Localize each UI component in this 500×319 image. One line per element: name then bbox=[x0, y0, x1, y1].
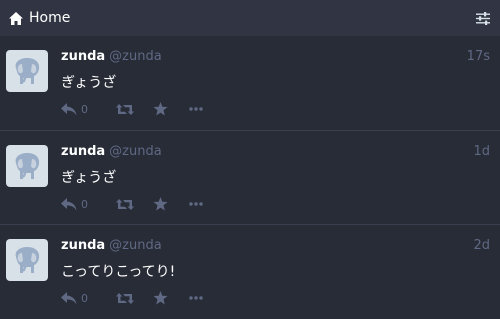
status-item[interactable]: zunda @zunda 17s ぎょうざ 0 bbox=[0, 36, 500, 131]
timestamp[interactable]: 17s bbox=[467, 49, 490, 64]
reply-count: 0 bbox=[81, 102, 88, 116]
reply-count: 0 bbox=[81, 197, 88, 211]
boost-button[interactable] bbox=[116, 292, 138, 305]
retweet-icon bbox=[116, 198, 134, 210]
favourite-button[interactable] bbox=[153, 102, 169, 116]
timestamp[interactable]: 2d bbox=[473, 238, 490, 253]
more-button[interactable] bbox=[189, 202, 205, 206]
column-title: Home bbox=[29, 10, 71, 26]
author-name: zunda bbox=[61, 238, 106, 253]
status-item[interactable]: zunda @zunda 2d こってりこってり! 0 bbox=[0, 225, 500, 319]
reply-icon bbox=[61, 197, 77, 210]
reply-count: 0 bbox=[81, 291, 88, 305]
star-icon bbox=[153, 102, 168, 116]
column-header[interactable]: Home bbox=[0, 0, 500, 36]
author-acct: @zunda bbox=[109, 49, 162, 64]
display-name[interactable]: zunda @zunda bbox=[61, 49, 162, 64]
retweet-icon bbox=[116, 292, 134, 304]
reply-button[interactable]: 0 bbox=[61, 102, 101, 116]
status-content: こってりこってり! bbox=[61, 264, 176, 280]
elephant-icon bbox=[15, 58, 40, 84]
author-name: zunda bbox=[61, 49, 106, 64]
reply-button[interactable]: 0 bbox=[61, 197, 101, 211]
status-item[interactable]: zunda @zunda 1d ぎょうざ 0 bbox=[0, 131, 500, 225]
status-content: ぎょうざ bbox=[61, 75, 117, 91]
boost-button[interactable] bbox=[116, 198, 138, 211]
star-icon bbox=[153, 291, 168, 305]
more-button[interactable] bbox=[189, 107, 205, 111]
author-name: zunda bbox=[61, 144, 106, 159]
display-name[interactable]: zunda @zunda bbox=[61, 144, 162, 159]
elephant-icon bbox=[15, 247, 40, 273]
avatar[interactable] bbox=[6, 50, 48, 92]
ellipsis-icon bbox=[189, 296, 203, 300]
reply-button[interactable]: 0 bbox=[61, 291, 101, 305]
timestamp[interactable]: 1d bbox=[473, 144, 490, 159]
retweet-icon bbox=[116, 103, 134, 115]
status-content: ぎょうざ bbox=[61, 170, 117, 186]
status-actions: 0 bbox=[61, 98, 205, 120]
favourite-button[interactable] bbox=[153, 197, 169, 211]
reply-icon bbox=[61, 291, 77, 304]
favourite-button[interactable] bbox=[153, 291, 169, 305]
status-actions: 0 bbox=[61, 193, 205, 215]
boost-button[interactable] bbox=[116, 103, 138, 116]
reply-icon bbox=[61, 102, 77, 115]
avatar[interactable] bbox=[6, 145, 48, 187]
author-acct: @zunda bbox=[109, 238, 162, 253]
sliders-icon[interactable] bbox=[475, 9, 491, 27]
home-column: Home zunda @zunda 17s ぎょうざ 0 zunda @zund… bbox=[0, 0, 500, 319]
elephant-icon bbox=[15, 153, 40, 179]
author-acct: @zunda bbox=[109, 144, 162, 159]
status-actions: 0 bbox=[61, 287, 205, 309]
ellipsis-icon bbox=[189, 107, 203, 111]
star-icon bbox=[153, 197, 168, 211]
ellipsis-icon bbox=[189, 202, 203, 206]
avatar[interactable] bbox=[6, 239, 48, 281]
home-icon bbox=[9, 11, 23, 25]
more-button[interactable] bbox=[189, 296, 205, 300]
display-name[interactable]: zunda @zunda bbox=[61, 238, 162, 253]
